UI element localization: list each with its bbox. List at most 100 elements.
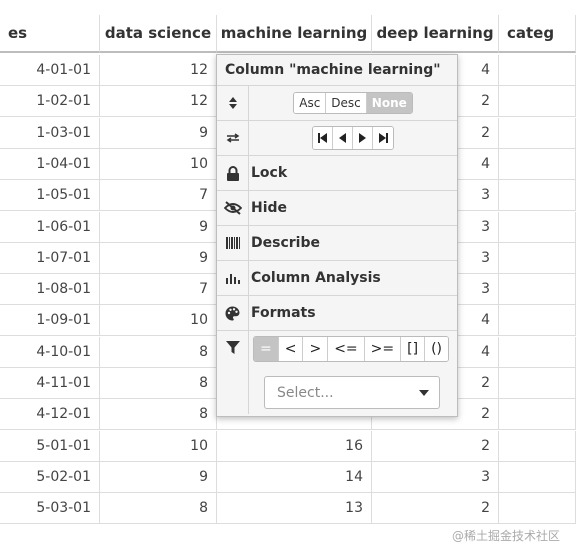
filter-range-inclusive-button[interactable]: [] xyxy=(401,337,426,361)
data-science-cell[interactable]: 7 xyxy=(100,274,217,306)
category-cell[interactable] xyxy=(499,430,576,462)
header-label: es xyxy=(8,24,28,42)
category-cell[interactable] xyxy=(499,55,576,86)
palette-icon xyxy=(217,296,249,330)
filter-gte-button[interactable]: >= xyxy=(364,337,402,361)
cell-value: 8 xyxy=(199,375,208,391)
header-machine-learning[interactable]: machine learning xyxy=(217,15,372,53)
menu-item-label: Lock xyxy=(251,165,288,181)
cell-value: 4 xyxy=(481,343,490,360)
header-label: categ xyxy=(507,24,555,42)
data-science-cell[interactable]: 10 xyxy=(100,148,217,180)
move-first-button[interactable] xyxy=(313,127,333,149)
cell-value: 2 xyxy=(481,406,490,423)
filter-equals-button[interactable]: = xyxy=(254,337,279,361)
date-cell[interactable]: 1-05-01 xyxy=(0,180,100,212)
category-cell[interactable] xyxy=(499,211,576,243)
date-cell[interactable]: 1-02-01 xyxy=(0,86,100,118)
date-cell[interactable]: 1-04-01 xyxy=(0,148,100,180)
cell-value: 7 xyxy=(199,187,208,204)
date-cell[interactable]: 1-06-01 xyxy=(0,211,100,243)
machine-learning-cell[interactable]: 14 xyxy=(217,461,372,493)
first-icon xyxy=(318,133,327,143)
category-cell[interactable] xyxy=(499,86,576,118)
cell-value: 4-10-01 xyxy=(36,343,91,360)
move-button-group xyxy=(312,126,394,150)
filter-gt-button[interactable]: > xyxy=(303,337,329,361)
date-cell[interactable]: 4-12-01 xyxy=(0,399,100,431)
deep-learning-cell[interactable]: 3 xyxy=(372,461,499,493)
data-science-cell[interactable]: 8 xyxy=(100,336,217,368)
data-science-cell[interactable]: 7 xyxy=(100,180,217,212)
data-science-cell[interactable]: 9 xyxy=(100,117,217,149)
table-row: 5-03-01 8 13 2 xyxy=(0,493,576,525)
last-icon xyxy=(378,133,388,143)
menu-item-lock[interactable]: Lock xyxy=(217,156,457,191)
cell-value: 10 xyxy=(190,312,208,329)
data-science-cell[interactable]: 10 xyxy=(100,305,217,337)
menu-item-describe[interactable]: Describe xyxy=(217,226,457,261)
category-cell[interactable] xyxy=(499,399,576,431)
filter-row: = < > <= >= [] () Select... xyxy=(217,331,457,414)
column-menu-title: Column "machine learning" xyxy=(217,55,457,86)
menu-item-column-analysis[interactable]: Column Analysis xyxy=(217,261,457,296)
data-science-cell[interactable]: 9 xyxy=(100,211,217,243)
sort-desc-button[interactable]: Desc xyxy=(326,93,367,113)
date-cell[interactable]: 5-02-01 xyxy=(0,461,100,493)
category-cell[interactable] xyxy=(499,368,576,399)
category-cell[interactable] xyxy=(499,274,576,306)
data-science-cell[interactable]: 12 xyxy=(100,86,217,118)
header-deep-learning[interactable]: deep learning xyxy=(372,15,499,53)
deep-learning-cell[interactable]: 2 xyxy=(372,430,499,462)
category-cell[interactable] xyxy=(499,148,576,180)
machine-learning-cell[interactable]: 13 xyxy=(217,493,372,525)
cell-value: 1-06-01 xyxy=(36,218,91,235)
category-cell[interactable] xyxy=(499,305,576,337)
category-cell[interactable] xyxy=(499,180,576,212)
category-cell[interactable] xyxy=(499,117,576,149)
category-cell[interactable] xyxy=(499,242,576,274)
deep-learning-cell[interactable]: 2 xyxy=(372,493,499,525)
filter-value-select[interactable]: Select... xyxy=(264,376,440,409)
data-science-cell[interactable]: 9 xyxy=(100,461,217,493)
header-data-science[interactable]: data science xyxy=(100,15,217,53)
date-cell[interactable]: 5-03-01 xyxy=(0,493,100,525)
category-cell[interactable] xyxy=(499,336,576,368)
data-science-cell[interactable]: 12 xyxy=(100,55,217,86)
data-science-cell[interactable]: 8 xyxy=(100,368,217,399)
date-cell[interactable]: 4-01-01 xyxy=(0,55,100,86)
cell-value: 2 xyxy=(481,124,490,141)
cell-value: 8 xyxy=(199,343,208,360)
date-cell[interactable]: 1-07-01 xyxy=(0,242,100,274)
date-cell[interactable]: 5-01-01 xyxy=(0,430,100,462)
select-placeholder: Select... xyxy=(277,384,334,401)
date-cell[interactable]: 4-11-01 xyxy=(0,368,100,399)
machine-learning-cell[interactable]: 16 xyxy=(217,430,372,462)
move-left-button[interactable] xyxy=(333,127,353,149)
date-cell[interactable]: 4-10-01 xyxy=(0,336,100,368)
header-dates[interactable]: es xyxy=(0,15,100,53)
date-cell[interactable]: 1-08-01 xyxy=(0,274,100,306)
filter-range-exclusive-button[interactable]: () xyxy=(425,337,449,361)
menu-item-label: Column Analysis xyxy=(251,270,381,286)
move-last-button[interactable] xyxy=(373,127,393,149)
date-cell[interactable]: 1-09-01 xyxy=(0,305,100,337)
data-science-cell[interactable]: 8 xyxy=(100,493,217,525)
menu-item-hide[interactable]: Hide xyxy=(217,191,457,226)
filter-lt-button[interactable]: < xyxy=(278,337,304,361)
date-cell[interactable]: 1-03-01 xyxy=(0,117,100,149)
header-label: deep learning xyxy=(376,24,494,42)
cell-value: 1-07-01 xyxy=(36,249,91,266)
menu-item-formats[interactable]: Formats xyxy=(217,296,457,331)
category-cell[interactable] xyxy=(499,461,576,493)
filter-lte-button[interactable]: <= xyxy=(328,337,365,361)
data-science-cell[interactable]: 10 xyxy=(100,430,217,462)
category-cell[interactable] xyxy=(499,493,576,525)
header-category[interactable]: categ xyxy=(499,15,576,53)
move-right-button[interactable] xyxy=(353,127,373,149)
sort-none-button[interactable]: None xyxy=(366,93,412,113)
barcode-icon xyxy=(217,226,249,260)
data-science-cell[interactable]: 9 xyxy=(100,242,217,274)
data-science-cell[interactable]: 8 xyxy=(100,399,217,431)
sort-asc-button[interactable]: Asc xyxy=(294,93,327,113)
